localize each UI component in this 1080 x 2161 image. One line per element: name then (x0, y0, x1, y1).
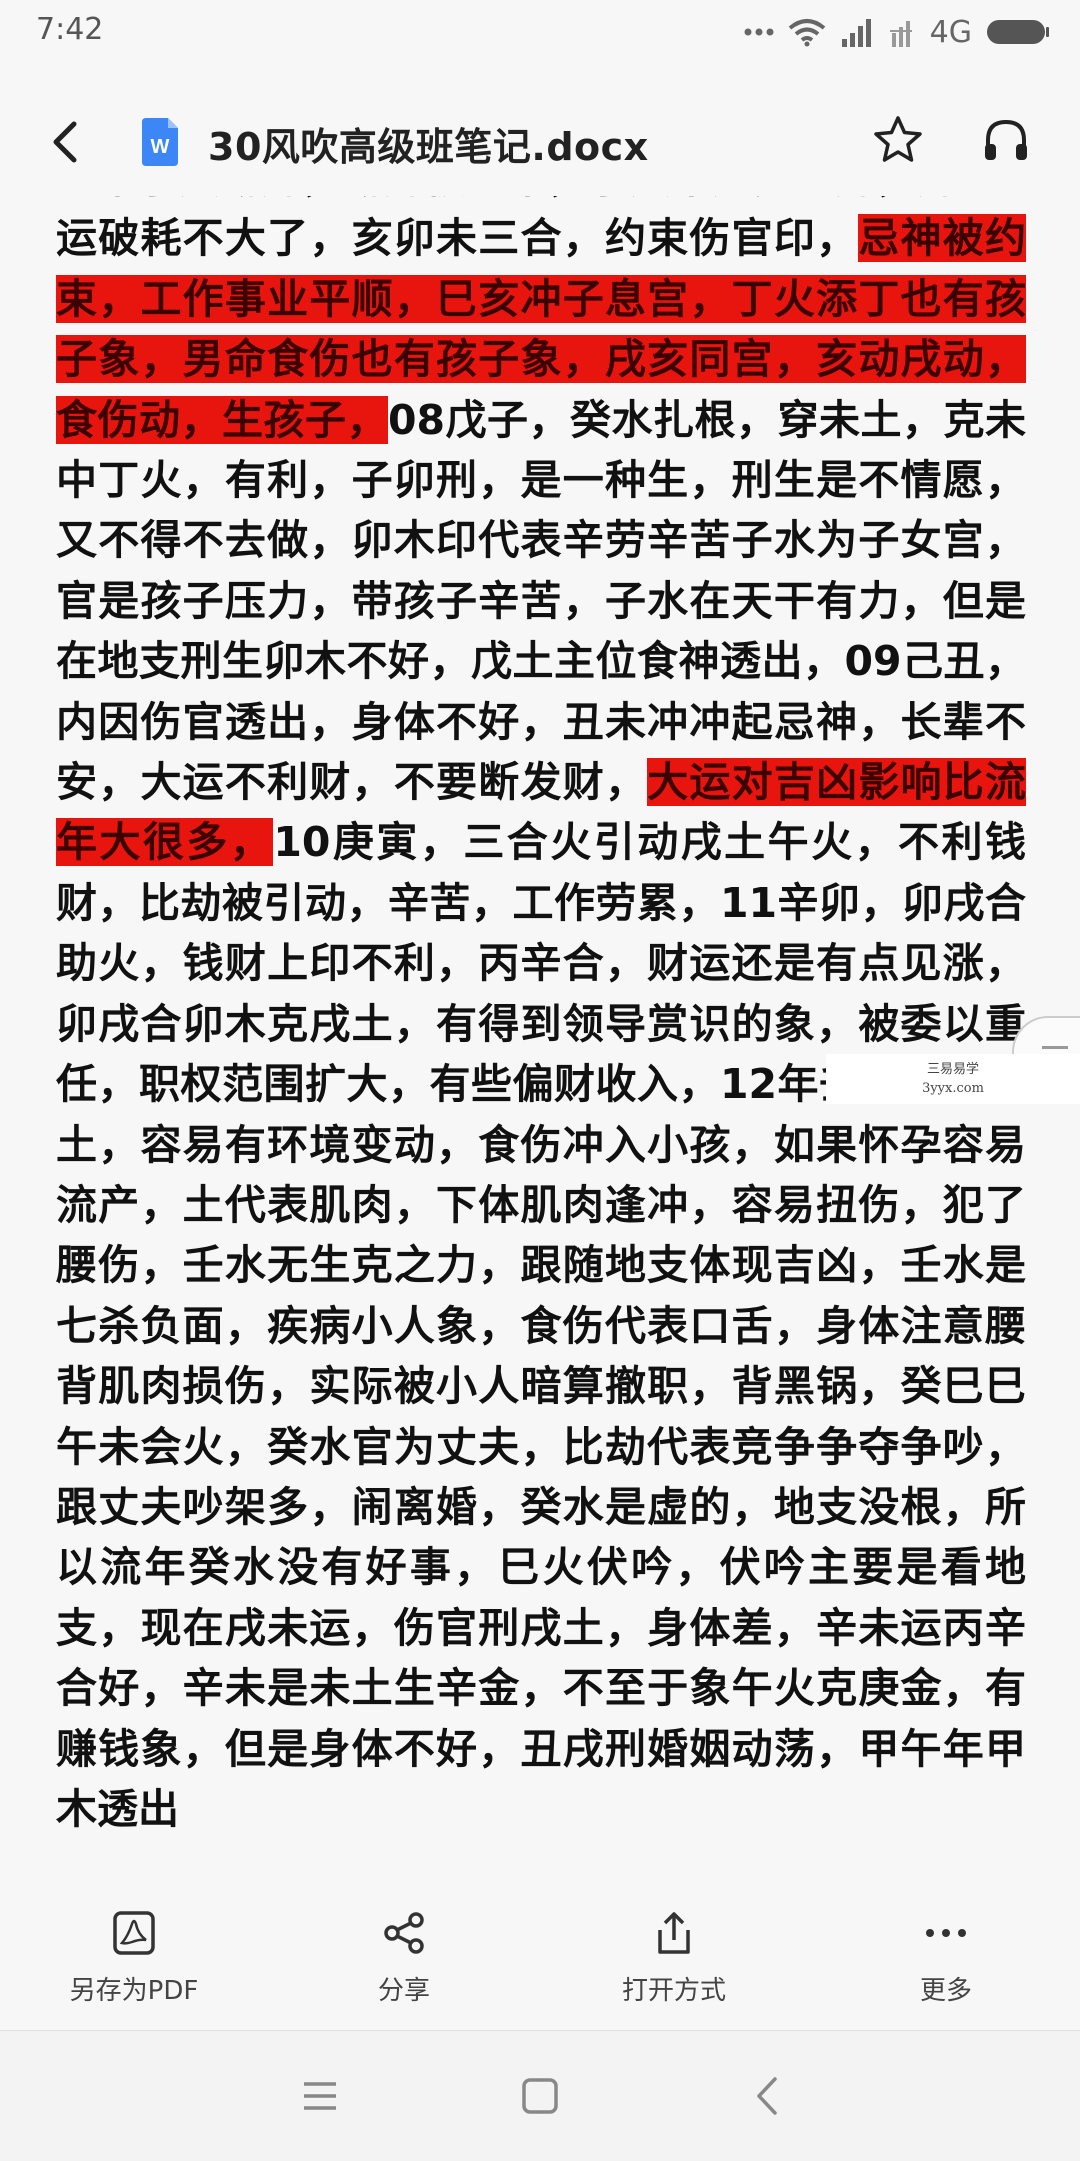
more-label: 更多 (919, 1976, 972, 2006)
back-nav-icon[interactable] (743, 2071, 793, 2121)
navigation-bar (0, 2030, 1080, 2161)
headphones-button[interactable] (980, 114, 1032, 166)
more-icon (926, 1929, 966, 1937)
document-paragraph: 运破耗不大了，亥卯未三合，约束伤官印，忌神被约束，工作事业平顺，巳亥冲子息宫，丁… (56, 208, 1026, 1839)
home-nav-icon[interactable] (515, 2071, 565, 2121)
more-button[interactable]: 更多 (846, 1910, 1046, 2007)
network-type: 4G (929, 14, 972, 50)
more-dots-icon (744, 28, 774, 36)
watermark: 三易易学 3yyx.com (826, 1054, 1080, 1104)
battery-icon (987, 20, 1049, 44)
open-with-label: 打开方式 (621, 1976, 726, 2006)
share-icon (384, 1912, 424, 1954)
text-segment: 08戊子，癸水扎根，穿未土，克未中丁火，有利，子卯刑，是一种生，刑生是不情愿，又… (56, 395, 1026, 807)
save-as-pdf-label: 另存为PDF (69, 1976, 199, 2006)
menu-nav-icon[interactable] (295, 2071, 345, 2121)
watermark-line1: 三易易学 (926, 1062, 979, 1077)
handle-line (1042, 1046, 1068, 1049)
wifi-icon (788, 19, 825, 47)
document-content[interactable]: 约束了天劫财，劫财被约束，了天干无反盗财，财 运破耗不大了，亥卯未三合，约束伤官… (56, 196, 1026, 1866)
share-label: 分享 (377, 1976, 430, 2006)
pdf-icon (113, 1911, 155, 1955)
watermark-line2: 3yyx.com (922, 1081, 984, 1096)
title-bar: W 30风吹高级班笔记.docx (0, 100, 1080, 184)
document-title: 30风吹高级班笔记.docx (208, 125, 649, 169)
status-time: 7:42 (36, 12, 104, 47)
share-button[interactable]: 分享 (304, 1910, 504, 2007)
open-with-button[interactable]: 打开方式 (574, 1910, 774, 2007)
back-button[interactable] (46, 118, 86, 166)
status-bar: 7:42 4G (0, 0, 1080, 66)
svg-text:W: W (151, 136, 170, 158)
status-icons: 4G (744, 14, 1050, 50)
upload-icon (658, 1912, 690, 1954)
signal-2-icon (889, 21, 912, 47)
text-segment: 10庚寅，三合火引动戌土午火，不利钱财，比劫被引动，辛苦，工作劳累，11辛卯，卯… (56, 818, 1026, 1833)
signal-icon (841, 19, 871, 47)
document-partial-line: 约束了天劫财，劫财被约束，了天干无反盗财，财 (56, 196, 1026, 208)
text-segment: 运破耗不大了，亥卯未三合，约束伤官印， (56, 214, 859, 263)
favorite-star-button[interactable] (872, 114, 924, 166)
action-toolbar: 另存为PDF 分享 打开方式 更多 (0, 1880, 1080, 2028)
word-doc-icon: W (142, 118, 178, 166)
save-as-pdf-button[interactable]: 另存为PDF (34, 1910, 234, 2007)
